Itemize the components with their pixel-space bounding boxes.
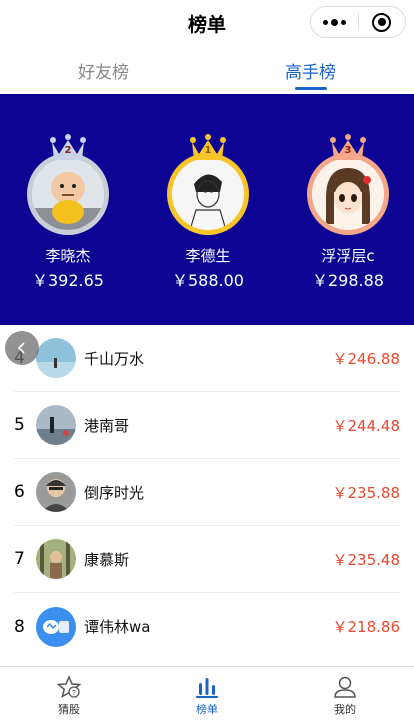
podium-rank-1[interactable]: 1 李德生 ￥588.00 <box>162 94 254 325</box>
user-amount: ￥246.88 <box>332 349 401 368</box>
podium-name: 浮浮层c <box>321 247 375 265</box>
user-amount: ￥235.88 <box>332 483 401 502</box>
list-item[interactable]: 7 康慕斯 ￥235.48 <box>14 526 400 593</box>
ranking-tabs: 好友榜 高手榜 <box>0 46 414 94</box>
mini-program-capsule <box>310 6 406 38</box>
tab-friends[interactable]: 好友榜 <box>0 46 207 94</box>
podium: 2 李晓杰 ￥392.65 1 李德生 ￥588.00 3 浮浮层c ￥298.… <box>0 94 414 325</box>
star-question-icon: ? <box>56 675 82 699</box>
rank-number: 6 <box>14 482 25 502</box>
user-name: 倒序时光 <box>84 483 145 502</box>
crown-icon: 2 <box>48 134 88 162</box>
list-item[interactable]: 8 谭伟林wa ￥218.86 <box>14 593 400 660</box>
rank-number: 7 <box>14 549 25 569</box>
list-item[interactable]: 4 千山万水 ￥246.88 <box>14 325 400 392</box>
user-name: 千山万水 <box>84 349 145 368</box>
user-name: 港南哥 <box>84 416 130 435</box>
rank-number: 8 <box>14 616 25 637</box>
bottom-tab-bar: ? 猜股 榜单 我的 <box>0 666 414 721</box>
more-dots-icon <box>322 18 346 26</box>
podium-name: 李德生 <box>185 247 231 265</box>
list-item[interactable]: 5 港南哥 ￥244.48 <box>14 392 400 459</box>
avatar <box>36 405 76 445</box>
tabbar-label: 榜单 <box>196 703 218 716</box>
close-mini-program-button[interactable] <box>359 7 406 37</box>
more-menu-button[interactable] <box>311 7 358 37</box>
bar-chart-icon <box>196 678 218 698</box>
podium-name: 李晓杰 <box>45 247 91 265</box>
podium-rank-2[interactable]: 2 李晓杰 ￥392.65 <box>22 94 114 325</box>
avatar <box>36 606 76 647</box>
list-item[interactable]: 6 倒序时光 ￥235.88 <box>14 459 400 526</box>
avatar <box>27 153 109 235</box>
avatar <box>167 153 249 235</box>
svg-text:?: ? <box>72 690 76 697</box>
rank-number: 5 <box>14 415 25 435</box>
podium-rank-3[interactable]: 3 浮浮层c ￥298.88 <box>302 94 394 325</box>
user-name: 谭伟林wa <box>84 618 151 636</box>
tabbar-item-ranking[interactable]: 榜单 <box>138 667 276 721</box>
nav-bar: 榜单 <box>0 0 414 46</box>
tabbar-item-mine[interactable]: 我的 <box>276 667 414 721</box>
ranking-list: 4 千山万水 ￥246.88 5 港南哥 ￥244.48 6 倒序时光 ￥235… <box>0 325 414 660</box>
podium-amount: ￥392.65 <box>32 271 104 290</box>
chevron-left-icon <box>17 342 25 354</box>
user-amount: ￥244.48 <box>332 416 401 435</box>
user-amount: ￥235.48 <box>332 550 401 569</box>
user-amount: ￥218.86 <box>332 618 401 636</box>
crown-icon: 3 <box>328 134 368 162</box>
podium-amount: ￥588.00 <box>172 271 244 290</box>
tabbar-item-guess[interactable]: ? 猜股 <box>0 667 138 721</box>
podium-amount: ￥298.88 <box>312 271 384 290</box>
user-icon <box>334 676 356 698</box>
tabbar-label: 猜股 <box>58 703 80 716</box>
avatar <box>36 539 76 579</box>
crown-icon: 1 <box>188 134 228 162</box>
tab-experts[interactable]: 高手榜 <box>207 46 414 94</box>
back-button[interactable] <box>5 331 39 365</box>
tabbar-label: 我的 <box>334 703 356 716</box>
target-icon <box>372 12 392 32</box>
avatar <box>36 472 76 512</box>
avatar <box>36 338 76 378</box>
avatar <box>307 153 389 235</box>
page-title: 榜单 <box>187 13 226 36</box>
user-name: 康慕斯 <box>84 550 130 569</box>
